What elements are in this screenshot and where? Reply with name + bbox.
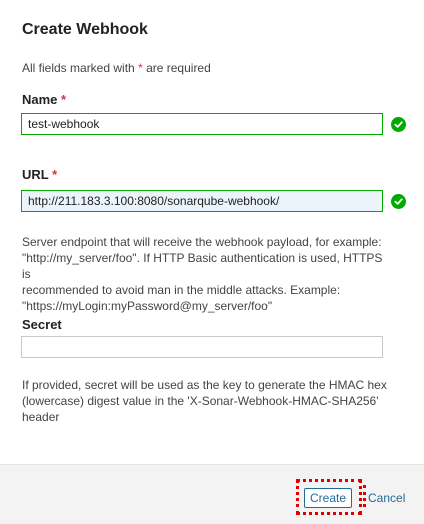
- secret-help-line: (lowercase) digest value in the 'X-Sonar…: [22, 394, 379, 408]
- secret-help-line: header: [22, 410, 60, 424]
- secret-help-line: If provided, secret will be used as the …: [22, 378, 387, 392]
- url-label-text: URL: [22, 167, 49, 182]
- url-help-line: recommended to avoid man in the middle a…: [22, 283, 341, 297]
- url-help-text: Server endpoint that will receive the we…: [22, 234, 392, 314]
- required-note-prefix: All fields marked with: [22, 61, 135, 75]
- url-help-line: "https://myLogin:myPassword@my_server/fo…: [22, 299, 273, 313]
- secret-input[interactable]: [21, 336, 383, 358]
- url-help-line: Server endpoint that will receive the we…: [22, 235, 382, 249]
- create-button[interactable]: Create: [304, 488, 352, 508]
- url-required-star: *: [52, 167, 58, 182]
- name-label: Name *: [22, 92, 66, 107]
- required-note-suffix: are required: [146, 61, 211, 75]
- required-star: *: [138, 61, 143, 75]
- name-input[interactable]: [21, 113, 383, 135]
- name-valid-check-icon: [391, 117, 406, 132]
- url-help-line: "http://my_server/foo". If HTTP Basic au…: [22, 251, 383, 281]
- name-label-text: Name: [22, 92, 58, 107]
- cancel-link[interactable]: Cancel: [368, 491, 405, 505]
- secret-help-text: If provided, secret will be used as the …: [22, 377, 392, 425]
- url-label: URL *: [22, 167, 57, 182]
- secret-label: Secret: [22, 317, 62, 332]
- name-required-star: *: [61, 92, 67, 107]
- required-fields-note: All fields marked with * are required: [22, 61, 211, 75]
- url-valid-check-icon: [391, 194, 406, 209]
- dialog-title: Create Webhook: [22, 21, 148, 38]
- url-input[interactable]: [21, 190, 383, 212]
